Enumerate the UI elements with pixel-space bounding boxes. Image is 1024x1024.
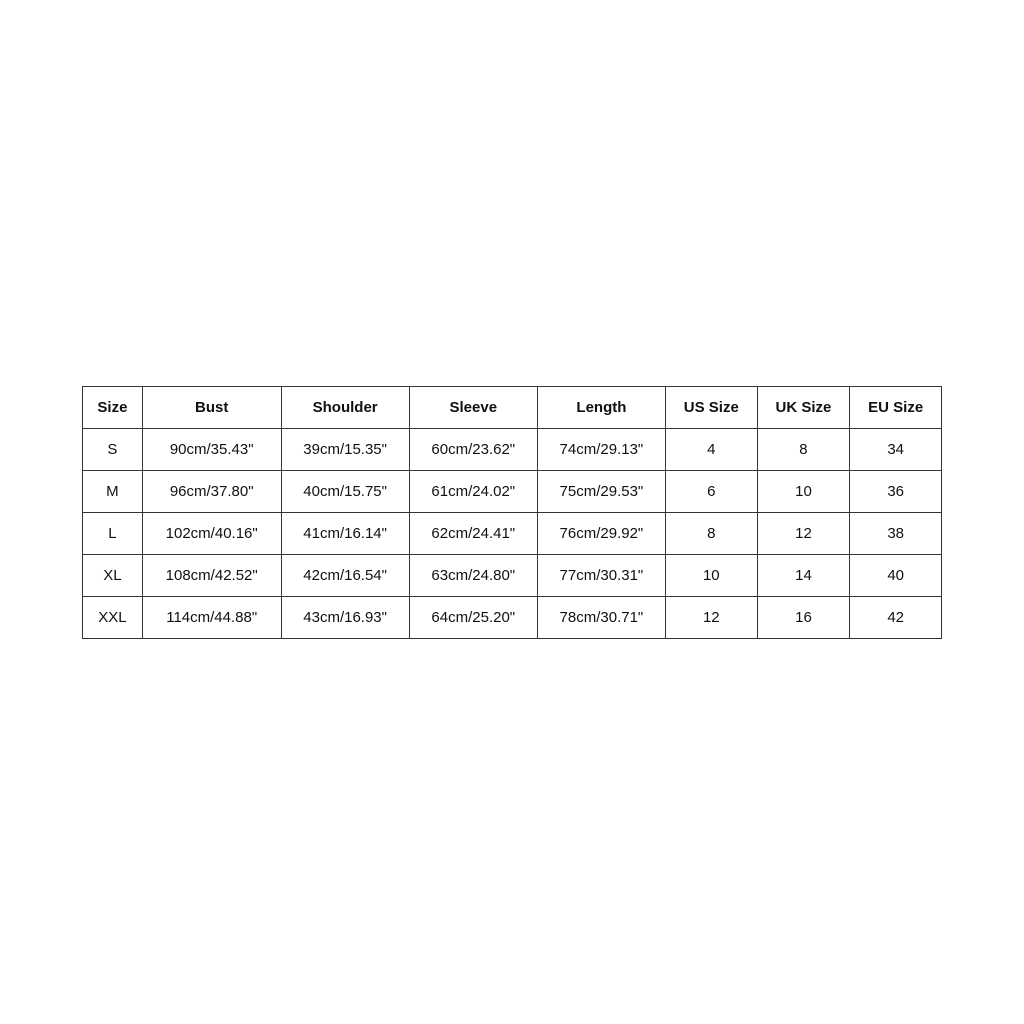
cell-size: XL xyxy=(83,554,143,596)
cell-shoulder: 39cm/15.35" xyxy=(281,428,409,470)
size-chart-container: Size Bust Shoulder Sleeve Length US Size… xyxy=(82,386,942,639)
table-row: L102cm/40.16"41cm/16.14"62cm/24.41"76cm/… xyxy=(83,512,942,554)
cell-length: 74cm/29.13" xyxy=(537,428,665,470)
header-bust: Bust xyxy=(142,386,281,428)
cell-bust: 90cm/35.43" xyxy=(142,428,281,470)
cell-sleeve: 62cm/24.41" xyxy=(409,512,537,554)
header-sleeve: Sleeve xyxy=(409,386,537,428)
table-row: XL108cm/42.52"42cm/16.54"63cm/24.80"77cm… xyxy=(83,554,942,596)
cell-size: XXL xyxy=(83,596,143,638)
cell-size: S xyxy=(83,428,143,470)
cell-us-size: 6 xyxy=(665,470,757,512)
cell-bust: 114cm/44.88" xyxy=(142,596,281,638)
table-row: M96cm/37.80"40cm/15.75"61cm/24.02"75cm/2… xyxy=(83,470,942,512)
cell-size: M xyxy=(83,470,143,512)
cell-eu-size: 42 xyxy=(850,596,942,638)
table-header-row: Size Bust Shoulder Sleeve Length US Size… xyxy=(83,386,942,428)
size-chart-table: Size Bust Shoulder Sleeve Length US Size… xyxy=(82,386,942,639)
cell-length: 76cm/29.92" xyxy=(537,512,665,554)
cell-us-size: 4 xyxy=(665,428,757,470)
cell-us-size: 12 xyxy=(665,596,757,638)
header-length: Length xyxy=(537,386,665,428)
cell-sleeve: 60cm/23.62" xyxy=(409,428,537,470)
cell-bust: 96cm/37.80" xyxy=(142,470,281,512)
cell-length: 77cm/30.31" xyxy=(537,554,665,596)
cell-uk-size: 14 xyxy=(757,554,850,596)
header-shoulder: Shoulder xyxy=(281,386,409,428)
cell-shoulder: 42cm/16.54" xyxy=(281,554,409,596)
cell-bust: 108cm/42.52" xyxy=(142,554,281,596)
header-us-size: US Size xyxy=(665,386,757,428)
cell-us-size: 10 xyxy=(665,554,757,596)
cell-length: 78cm/30.71" xyxy=(537,596,665,638)
cell-size: L xyxy=(83,512,143,554)
cell-eu-size: 38 xyxy=(850,512,942,554)
cell-length: 75cm/29.53" xyxy=(537,470,665,512)
table-row: XXL114cm/44.88"43cm/16.93"64cm/25.20"78c… xyxy=(83,596,942,638)
cell-eu-size: 34 xyxy=(850,428,942,470)
cell-sleeve: 61cm/24.02" xyxy=(409,470,537,512)
cell-uk-size: 10 xyxy=(757,470,850,512)
header-uk-size: UK Size xyxy=(757,386,850,428)
cell-shoulder: 43cm/16.93" xyxy=(281,596,409,638)
cell-bust: 102cm/40.16" xyxy=(142,512,281,554)
table-row: S90cm/35.43"39cm/15.35"60cm/23.62"74cm/2… xyxy=(83,428,942,470)
cell-uk-size: 8 xyxy=(757,428,850,470)
cell-uk-size: 16 xyxy=(757,596,850,638)
cell-eu-size: 40 xyxy=(850,554,942,596)
cell-uk-size: 12 xyxy=(757,512,850,554)
cell-eu-size: 36 xyxy=(850,470,942,512)
cell-shoulder: 41cm/16.14" xyxy=(281,512,409,554)
cell-sleeve: 64cm/25.20" xyxy=(409,596,537,638)
cell-shoulder: 40cm/15.75" xyxy=(281,470,409,512)
header-size: Size xyxy=(83,386,143,428)
header-eu-size: EU Size xyxy=(850,386,942,428)
cell-us-size: 8 xyxy=(665,512,757,554)
cell-sleeve: 63cm/24.80" xyxy=(409,554,537,596)
